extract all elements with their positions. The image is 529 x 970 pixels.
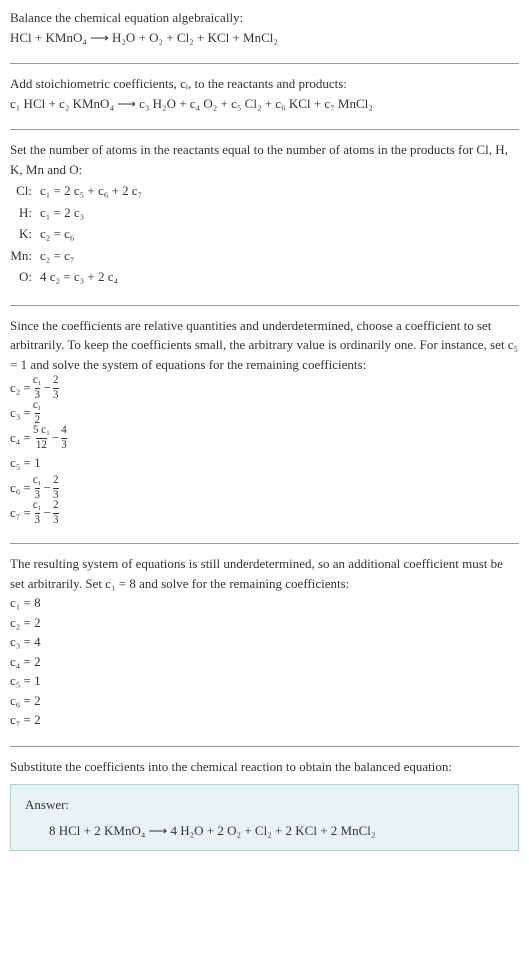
fraction: c₁ 3 [33, 375, 42, 400]
intro-line: Balance the chemical equation algebraica… [10, 8, 519, 28]
atom-row-k: K: c₂ = c₆ [10, 224, 519, 244]
fraction: 2 3 [53, 375, 59, 400]
lhs: c₇ = [10, 503, 31, 523]
coeff-c2: c₂ = c₁ 3 − 2 3 [10, 377, 519, 399]
fraction: 5 c₁ 12 [33, 425, 50, 450]
lhs: c₄ = [10, 428, 31, 448]
answer-label: Answer: [25, 795, 504, 815]
minus: − [44, 378, 51, 398]
atom-eq: c₂ = c₇ [40, 246, 519, 266]
coeff-row: c₅ = 1 [10, 671, 519, 691]
lhs: c₆ = [10, 478, 31, 498]
answer-box: Answer: 8 HCl + 2 KMnO₄ ⟶ 4 H₂O + 2 O₂ +… [10, 784, 519, 851]
divider [10, 746, 519, 747]
atom-eq: c₁ = 2 c₃ [40, 203, 519, 223]
atom-label: Mn: [10, 246, 40, 266]
atom-eq: 4 c₂ = c₃ + 2 c₄ [40, 267, 519, 287]
atom-row-cl: Cl: c₁ = 2 c₅ + c₆ + 2 c₇ [10, 181, 519, 201]
fraction: 2 3 [53, 500, 59, 525]
coeff-row: c₄ = 2 [10, 652, 519, 672]
step1-text: Add stoichiometric coefficients, cᵢ, to … [10, 74, 519, 94]
step4-text: The resulting system of equations is sti… [10, 554, 519, 593]
lhs: c₃ = [10, 403, 31, 423]
step3-section: Since the coefficients are relative quan… [10, 316, 519, 534]
fraction: c₁ 3 [33, 500, 42, 525]
atom-label: O: [10, 267, 40, 287]
fraction: c₁ 3 [33, 475, 42, 500]
minus: − [52, 428, 59, 448]
coeff-row: c₁ = 8 [10, 593, 519, 613]
atom-eq: c₂ = c₆ [40, 224, 519, 244]
coeff-c4: c₄ = 5 c₁ 12 − 4 3 [10, 427, 519, 449]
step2-text: Set the number of atoms in the reactants… [10, 140, 519, 179]
fraction: c₁ 2 [33, 400, 42, 425]
minus: − [44, 503, 51, 523]
atom-row-o: O: 4 c₂ = c₃ + 2 c₄ [10, 267, 519, 287]
fraction: 2 3 [53, 475, 59, 500]
step2-section: Set the number of atoms in the reactants… [10, 140, 519, 295]
divider [10, 63, 519, 64]
atom-row-h: H: c₁ = 2 c₃ [10, 203, 519, 223]
coeff-row: c₇ = 2 [10, 710, 519, 730]
coeff-row: c₃ = 4 [10, 632, 519, 652]
divider [10, 129, 519, 130]
step4-section: The resulting system of equations is sti… [10, 554, 519, 736]
coeff-row: c₂ = 2 [10, 613, 519, 633]
coeff-c3: c₃ = c₁ 2 [10, 402, 519, 424]
final-text: Substitute the coefficients into the che… [10, 757, 519, 777]
lhs: c₂ = [10, 378, 31, 398]
answer-equation: 8 HCl + 2 KMnO₄ ⟶ 4 H₂O + 2 O₂ + Cl₂ + 2… [25, 821, 504, 841]
intro-section: Balance the chemical equation algebraica… [10, 8, 519, 53]
coeff-c5: c₅ = 1 [10, 452, 519, 474]
final-section: Substitute the coefficients into the che… [10, 757, 519, 858]
coeff-c6: c₆ = c₁ 3 − 2 3 [10, 477, 519, 499]
step3-text: Since the coefficients are relative quan… [10, 316, 519, 375]
intro-equation: HCl + KMnO₄ ⟶ H₂O + O₂ + Cl₂ + KCl + MnC… [10, 28, 519, 48]
fraction: 4 3 [61, 425, 67, 450]
atom-label: H: [10, 203, 40, 223]
minus: − [44, 478, 51, 498]
atom-label: K: [10, 224, 40, 244]
atom-eq: c₁ = 2 c₅ + c₆ + 2 c₇ [40, 181, 519, 201]
divider [10, 543, 519, 544]
coeff-c7: c₇ = c₁ 3 − 2 3 [10, 502, 519, 524]
coeff-row: c₆ = 2 [10, 691, 519, 711]
atom-row-mn: Mn: c₂ = c₇ [10, 246, 519, 266]
step1-section: Add stoichiometric coefficients, cᵢ, to … [10, 74, 519, 119]
atom-label: Cl: [10, 181, 40, 201]
divider [10, 305, 519, 306]
step1-equation: c₁ HCl + c₂ KMnO₄ ⟶ c₃ H₂O + c₄ O₂ + c₅ … [10, 94, 519, 114]
